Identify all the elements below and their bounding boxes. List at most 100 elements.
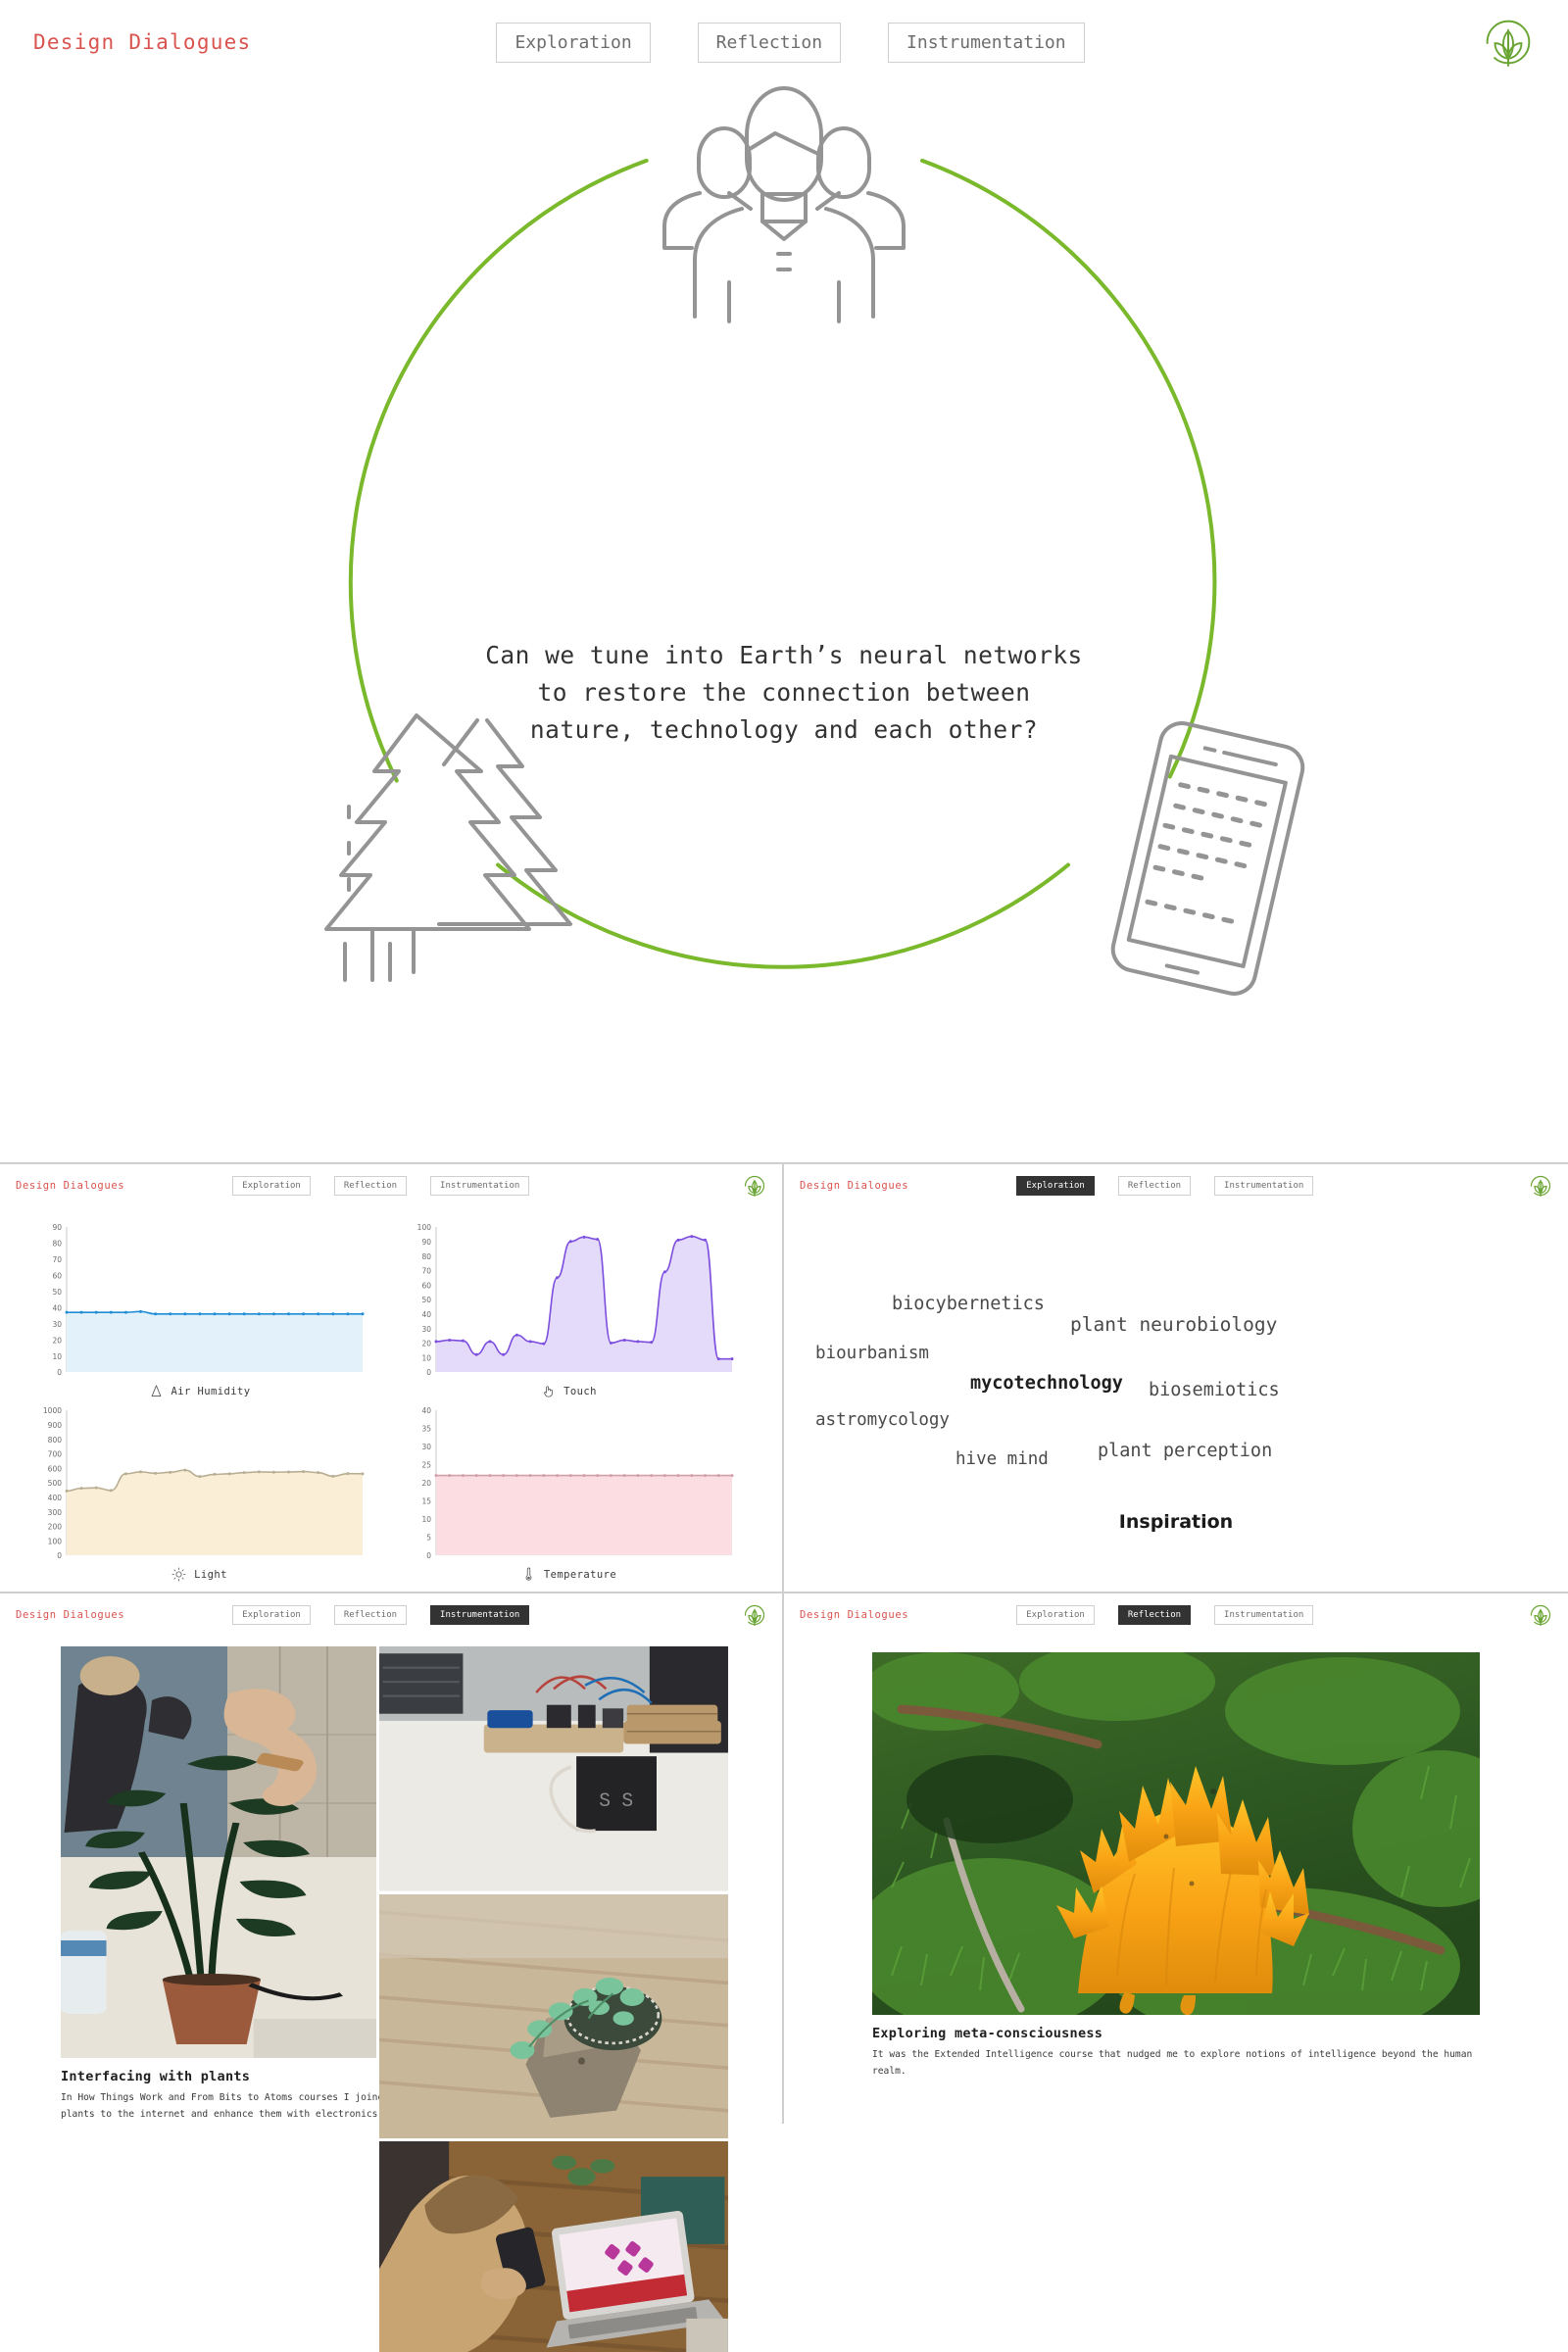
chart-data-point bbox=[461, 1474, 465, 1478]
photo-coral-fungus-art bbox=[872, 1652, 1480, 2015]
chart-data-point bbox=[622, 1338, 626, 1342]
instrumentation-photo-collage: S S bbox=[61, 1646, 728, 2352]
nav-tab-reflection[interactable]: Reflection bbox=[697, 22, 842, 63]
chart-data-point bbox=[242, 1471, 246, 1475]
chart-y-tick-label: 80 bbox=[52, 1240, 62, 1249]
cycle-diagram: Can we tune into Earth’s neural networks… bbox=[0, 69, 1568, 1156]
nav-tab-instrumentation[interactable]: Instrumentation bbox=[430, 1176, 530, 1196]
chart-data-point bbox=[65, 1310, 68, 1314]
chart-light: 0 100 200 300 400 500 600 700 800 900 1000 Light bbox=[20, 1404, 379, 1582]
charts-nav-links: Exploration Reflection Instrumentation bbox=[232, 1176, 530, 1196]
chart-air-humidity: 0 10 20 30 40 50 60 70 80 90 Air Humidity bbox=[20, 1221, 379, 1398]
word-cloud-item[interactable]: biourbanism bbox=[815, 1344, 929, 1363]
nav-tab-reflection[interactable]: Reflection bbox=[333, 1605, 408, 1625]
nav-tab-exploration[interactable]: Exploration bbox=[232, 1605, 311, 1625]
leaf-logo[interactable] bbox=[1482, 16, 1535, 69]
cycle-ring bbox=[348, 158, 1217, 969]
nav-tab-reflection[interactable]: Reflection bbox=[1117, 1605, 1192, 1625]
chart-data-point bbox=[582, 1474, 585, 1478]
people-icon bbox=[662, 86, 906, 323]
nav-tab-instrumentation[interactable]: Instrumentation bbox=[1214, 1176, 1314, 1196]
chart-data-point bbox=[123, 1472, 127, 1476]
chart-y-tick-label: 70 bbox=[52, 1255, 62, 1264]
nav-tab-reflection[interactable]: Reflection bbox=[333, 1176, 408, 1196]
collage-column-right: S S bbox=[379, 1646, 728, 2352]
word-cloud-item[interactable]: plant neurobiology bbox=[1070, 1313, 1277, 1336]
chart-touch-label: Touch bbox=[564, 1385, 597, 1397]
nav-tab-instrumentation[interactable]: Instrumentation bbox=[430, 1605, 530, 1625]
brand-title: Design Dialogues bbox=[16, 1180, 125, 1192]
chart-y-tick-label: 20 bbox=[421, 1479, 431, 1488]
reflection-title: Exploring meta-consciousness bbox=[872, 2026, 1103, 2041]
chart-data-point bbox=[94, 1310, 98, 1314]
panel-instrumentation: Design Dialogues Exploration Reflection … bbox=[0, 1593, 784, 2352]
collage-column-left bbox=[61, 1646, 377, 2058]
chart-temperature-caption: Temperature bbox=[521, 1567, 616, 1582]
photo-hand-touching-plant-art bbox=[61, 1646, 377, 2058]
nav-tab-exploration[interactable]: Exploration bbox=[1016, 1605, 1095, 1625]
chart-y-tick-label: 0 bbox=[57, 1368, 62, 1377]
photo-hand-touching-plant[interactable] bbox=[61, 1646, 377, 2058]
leaf-logo[interactable] bbox=[1529, 1603, 1552, 1627]
word-cloud-item[interactable]: astromycology bbox=[815, 1410, 950, 1430]
chart-y-tick-label: 50 bbox=[421, 1296, 431, 1304]
chart-temperature: 0 5 10 15 20 25 30 35 40 Temperature bbox=[389, 1404, 749, 1582]
chart-y-tick-label: 10 bbox=[52, 1352, 62, 1361]
chart-temperature-label: Temperature bbox=[543, 1568, 617, 1581]
nav-tab-instrumentation[interactable]: Instrumentation bbox=[1214, 1605, 1314, 1625]
nav-tab-exploration[interactable]: Exploration bbox=[496, 22, 651, 63]
chart-data-point bbox=[109, 1489, 113, 1493]
chart-data-point bbox=[676, 1474, 680, 1478]
chart-data-point bbox=[361, 1472, 364, 1476]
chart-data-point bbox=[257, 1470, 261, 1474]
chart-data-point bbox=[361, 1312, 364, 1316]
chart-data-point bbox=[487, 1340, 491, 1344]
chart-data-point bbox=[555, 1276, 559, 1280]
chart-data-point bbox=[168, 1470, 172, 1474]
word-cloud-item[interactable]: mycotechnology bbox=[970, 1373, 1123, 1394]
chart-data-point bbox=[227, 1312, 231, 1316]
brand-title: Design Dialogues bbox=[800, 1180, 909, 1192]
chart-data-point bbox=[79, 1310, 83, 1314]
chart-y-tick-label: 30 bbox=[52, 1320, 62, 1329]
chart-air-humidity-label: Air Humidity bbox=[171, 1385, 251, 1397]
photo-person-with-laptop[interactable] bbox=[379, 2141, 728, 2352]
exploration-nav-links: Exploration Reflection Instrumentation bbox=[1016, 1176, 1314, 1196]
leaf-logo[interactable] bbox=[1529, 1174, 1552, 1198]
chart-data-point bbox=[689, 1235, 693, 1239]
chart-data-point bbox=[434, 1474, 437, 1478]
photo-person-with-laptop-art bbox=[379, 2141, 728, 2352]
chart-data-point bbox=[286, 1312, 290, 1316]
photo-yellow-coral-fungus-on-moss[interactable] bbox=[872, 1652, 1480, 2015]
chart-y-tick-label: 400 bbox=[47, 1494, 62, 1502]
chart-data-point bbox=[635, 1340, 639, 1344]
chart-y-tick-label: 80 bbox=[421, 1252, 431, 1261]
leaf-logo[interactable] bbox=[743, 1174, 766, 1198]
word-cloud-item[interactable]: biosemiotics bbox=[1149, 1380, 1280, 1400]
chart-data-point bbox=[487, 1474, 491, 1478]
chart-y-tick-label: 0 bbox=[426, 1368, 431, 1377]
chart-y-tick-label: 10 bbox=[421, 1515, 431, 1524]
nav-tab-exploration[interactable]: Exploration bbox=[1016, 1176, 1095, 1196]
chart-data-point bbox=[528, 1340, 532, 1344]
chart-data-point bbox=[301, 1312, 305, 1316]
photo-cardboard-planter[interactable] bbox=[379, 1893, 728, 2139]
photo-electronics-breadboard[interactable]: S S bbox=[379, 1646, 728, 1891]
word-cloud-item[interactable]: plant perception bbox=[1098, 1441, 1272, 1461]
nav-tab-exploration[interactable]: Exploration bbox=[232, 1176, 311, 1196]
leaf-logo[interactable] bbox=[743, 1603, 766, 1627]
nav-tab-instrumentation[interactable]: Instrumentation bbox=[888, 22, 1085, 63]
nav-tab-reflection[interactable]: Reflection bbox=[1117, 1176, 1192, 1196]
hero-question-line-3: nature, technology and each other? bbox=[529, 714, 1039, 744]
chart-data-point bbox=[730, 1357, 733, 1361]
word-cloud-item[interactable]: biocybernetics bbox=[892, 1294, 1045, 1314]
chart-data-point bbox=[622, 1474, 626, 1478]
chart-data-point bbox=[703, 1474, 707, 1478]
word-cloud-item[interactable]: hive mind bbox=[956, 1449, 1049, 1469]
chart-data-point bbox=[123, 1310, 127, 1314]
chart-data-point bbox=[689, 1474, 693, 1478]
chart-area-fill bbox=[435, 1475, 732, 1555]
chart-data-point bbox=[79, 1487, 83, 1491]
chart-data-point bbox=[501, 1352, 505, 1356]
chart-data-point bbox=[434, 1340, 437, 1344]
